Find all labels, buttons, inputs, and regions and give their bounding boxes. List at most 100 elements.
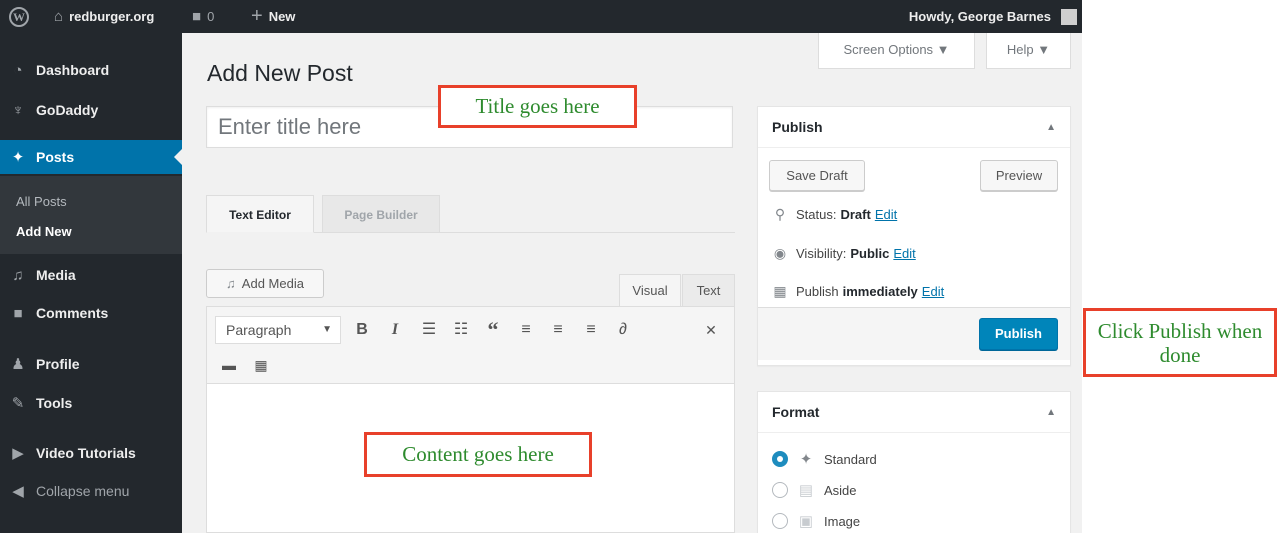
annotation-content: Content goes here — [364, 432, 592, 477]
publish-time-row: ▦ Publish immediately Edit — [772, 283, 944, 300]
sidebar-item-comments[interactable]: ■ Comments — [0, 296, 182, 330]
visibility-label: Visibility: — [796, 246, 847, 261]
sidebar-item-label: Profile — [36, 356, 80, 372]
comment-bubble-icon: ■ — [192, 8, 202, 25]
tab-page-builder[interactable]: Page Builder — [322, 195, 440, 233]
publish-time-label: Publish — [796, 284, 839, 299]
sidebar-item-media[interactable]: ♫ Media — [0, 258, 182, 292]
sidebar-item-video-tutorials[interactable]: ▶ Video Tutorials — [0, 436, 182, 470]
plus-icon: + — [251, 5, 263, 27]
site-name-link[interactable]: ⌂ redburger.org — [54, 0, 154, 33]
media-icon: ♫ — [12, 266, 24, 284]
edit-publish-time-link[interactable]: Edit — [922, 284, 944, 299]
sidebar-item-dashboard[interactable]: ◔ Dashboard — [0, 53, 182, 87]
screen-options-button[interactable]: Screen Options ▼ — [818, 33, 975, 69]
sidebar-item-tools[interactable]: ✎ Tools — [0, 386, 182, 420]
status-value: Draft — [840, 207, 871, 222]
my-account-link[interactable]: Howdy, George Barnes — [909, 0, 1077, 33]
sidebar-item-profile[interactable]: ♟ Profile — [0, 347, 182, 381]
editor-toolbar: Paragraph ▼ B I ☰ ☷ “ ≡ ≡ ≡ ∂ ✕ ▬ ▦ — [206, 306, 735, 384]
edit-status-link[interactable]: Edit — [875, 207, 897, 222]
eye-icon: ◉ — [773, 245, 787, 261]
sidebar-item-label: Posts — [36, 149, 75, 165]
status-label: Status: — [796, 207, 837, 222]
align-right-icon[interactable]: ≡ — [580, 319, 602, 341]
sidebar-item-label: Tools — [36, 395, 73, 411]
format-option-standard[interactable]: ✦ Standard — [772, 450, 877, 468]
wp-logo-button[interactable]: W — [9, 0, 29, 33]
annotation-publish: Click Publish when done — [1083, 308, 1277, 377]
sidebar-item-label: Collapse menu — [36, 483, 130, 499]
read-more-icon[interactable]: ▬ — [218, 354, 240, 376]
fullscreen-icon[interactable]: ✕ — [700, 319, 722, 341]
numbered-list-icon[interactable]: ☷ — [450, 319, 472, 341]
format-option-aside[interactable]: ▤ Aside — [772, 481, 857, 499]
bullet-list-icon[interactable]: ☰ — [418, 319, 440, 341]
link-icon[interactable]: ∂ — [612, 319, 634, 341]
publish-actions: Publish — [758, 307, 1070, 360]
chevron-down-icon: ▼ — [322, 324, 332, 335]
new-content-link[interactable]: + New — [251, 0, 295, 33]
bold-icon[interactable]: B — [351, 319, 373, 341]
status-row: ⚲ Status: Draft Edit — [772, 206, 897, 223]
format-select[interactable]: Paragraph ▼ — [215, 316, 341, 344]
media-icon: ♫ — [226, 276, 236, 291]
format-select-value: Paragraph — [226, 322, 292, 338]
video-icon: ▶ — [12, 445, 24, 462]
tab-text[interactable]: Text — [682, 274, 735, 307]
sidebar-item-godaddy[interactable]: ♆ GoDaddy — [0, 93, 182, 127]
aside-icon: ▤ — [798, 482, 814, 499]
blockquote-icon[interactable]: “ — [482, 319, 504, 341]
keyboard-toolbar-toggle-icon[interactable]: ▦ — [250, 354, 272, 376]
new-label: New — [268, 9, 296, 24]
add-media-button[interactable]: ♫ Add Media — [206, 269, 324, 298]
radio-standard[interactable] — [772, 451, 788, 467]
collapse-icon: ◀ — [12, 483, 24, 500]
collapse-menu-button[interactable]: ◀ Collapse menu — [0, 474, 182, 508]
submenu-item-all-posts[interactable]: All Posts — [16, 194, 67, 209]
publish-box-header[interactable]: Publish ▲ — [758, 107, 1070, 148]
edit-visibility-link[interactable]: Edit — [893, 246, 915, 261]
admin-sidebar: ◔ Dashboard ♆ GoDaddy ✦ Posts All Posts … — [0, 33, 182, 533]
annotation-title: Title goes here — [438, 85, 637, 128]
add-media-label: Add Media — [241, 276, 304, 291]
tab-text-editor[interactable]: Text Editor — [206, 195, 314, 233]
publish-button[interactable]: Publish — [979, 318, 1058, 350]
format-box-title: Format — [772, 404, 820, 420]
italic-icon[interactable]: I — [384, 319, 406, 341]
sidebar-item-posts[interactable]: ✦ Posts — [0, 140, 182, 174]
publish-box-title: Publish — [772, 119, 823, 135]
howdy-text: Howdy, George Barnes — [908, 9, 1051, 24]
format-option-image[interactable]: ▣ Image — [772, 512, 860, 530]
pin-icon: ✦ — [11, 149, 25, 166]
sidebar-item-label: Media — [36, 267, 76, 283]
radio-aside[interactable] — [772, 482, 788, 498]
sidebar-item-label: Dashboard — [36, 62, 110, 78]
radio-image[interactable] — [772, 513, 788, 529]
format-option-label: Standard — [824, 451, 877, 467]
save-draft-button[interactable]: Save Draft — [769, 160, 865, 191]
format-box-header[interactable]: Format ▲ — [758, 392, 1070, 433]
pin-icon: ✦ — [799, 451, 813, 468]
submenu-item-add-new[interactable]: Add New — [16, 224, 72, 239]
publish-box: Publish ▲ Save Draft Preview ⚲ Status: D… — [757, 106, 1071, 366]
calendar-icon: ▦ — [773, 283, 787, 299]
visibility-row: ◉ Visibility: Public Edit — [772, 245, 916, 262]
collapse-arrow-icon[interactable]: ▲ — [1046, 122, 1056, 133]
sidebar-item-label: GoDaddy — [36, 102, 99, 118]
page-title: Add New Post — [207, 60, 353, 86]
comments-count: 0 — [207, 9, 215, 24]
help-button[interactable]: Help ▼ — [986, 33, 1071, 69]
posts-submenu: All Posts Add New — [0, 176, 182, 254]
comment-icon: ■ — [13, 304, 23, 322]
sidebar-item-label: Video Tutorials — [36, 445, 136, 461]
comments-link[interactable]: ■ 0 — [192, 0, 214, 33]
align-center-icon[interactable]: ≡ — [547, 319, 569, 341]
collapse-arrow-icon[interactable]: ▲ — [1046, 407, 1056, 418]
tab-visual[interactable]: Visual — [619, 274, 681, 307]
publish-time-value: immediately — [842, 284, 918, 299]
align-left-icon[interactable]: ≡ — [515, 319, 537, 341]
preview-button[interactable]: Preview — [980, 160, 1058, 191]
format-option-label: Image — [824, 513, 861, 529]
godaddy-icon: ♆ — [12, 101, 24, 119]
